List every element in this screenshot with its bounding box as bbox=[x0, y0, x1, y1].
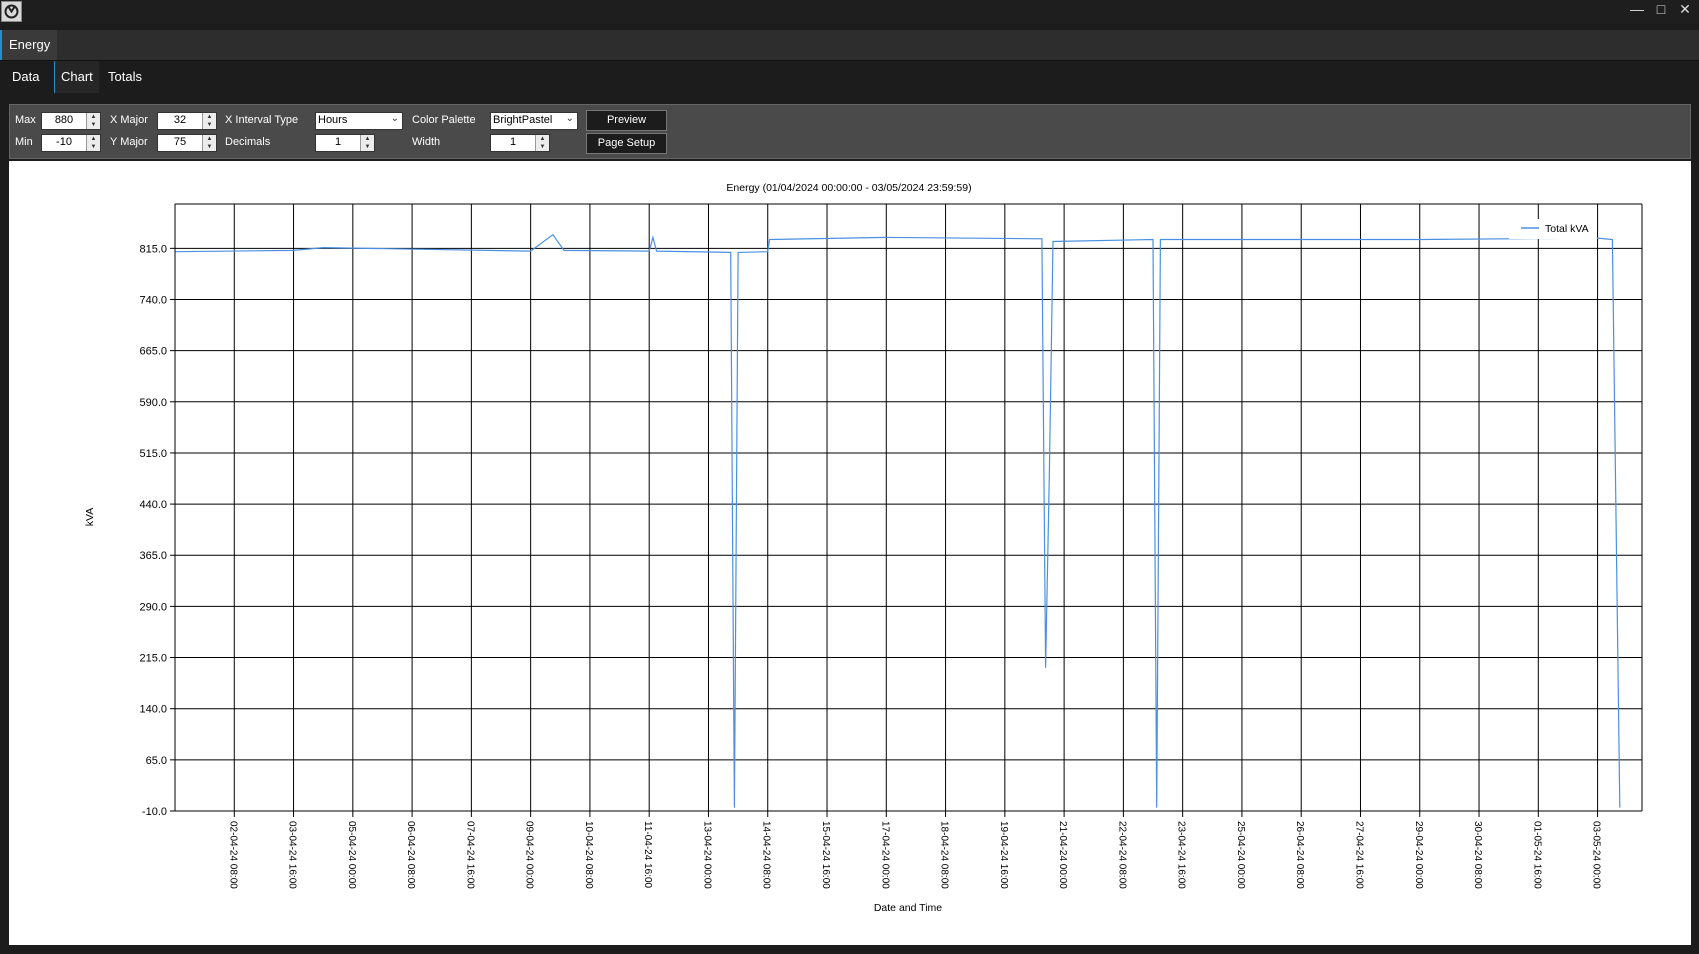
xmajor-stepper[interactable]: 32 ▲ ▼ bbox=[157, 112, 217, 130]
min-stepper[interactable]: -10 ▲ ▼ bbox=[41, 134, 101, 152]
min-label: Min bbox=[15, 136, 33, 148]
x-tick-label: 26-04-24 08:00 bbox=[1294, 821, 1305, 889]
y-tick-label: 140.0 bbox=[139, 704, 167, 716]
document-tabbar: Energy bbox=[0, 30, 1699, 61]
x-tick-label: 25-04-24 00:00 bbox=[1235, 821, 1246, 889]
spin-arrows-icon[interactable]: ▲ ▼ bbox=[202, 113, 216, 129]
legend-label: Total kVA bbox=[1545, 223, 1589, 235]
y-tick-label: -10.0 bbox=[142, 806, 167, 818]
max-label: Max bbox=[15, 114, 36, 126]
window-titlebar: — □ ✕ bbox=[0, 0, 1699, 24]
y-tick-label: 440.0 bbox=[139, 499, 167, 511]
ymajor-stepper[interactable]: 75 ▲ ▼ bbox=[157, 134, 217, 152]
chevron-down-icon: ⌄ bbox=[390, 113, 399, 124]
x-tick-label: 06-04-24 08:00 bbox=[405, 821, 416, 889]
x-axis-label: Date and Time bbox=[874, 902, 942, 914]
width-stepper[interactable]: 1 ▲ ▼ bbox=[490, 134, 550, 152]
x-tick-label: 07-04-24 16:00 bbox=[464, 821, 475, 889]
preview-button[interactable]: Preview bbox=[586, 110, 667, 131]
xinterval-value: Hours bbox=[318, 114, 348, 126]
x-tick-label: 27-04-24 16:00 bbox=[1353, 821, 1364, 889]
minimize-icon[interactable]: — bbox=[1624, 0, 1650, 20]
decimals-value: 1 bbox=[334, 136, 342, 148]
x-tick-label: 21-04-24 00:00 bbox=[1057, 821, 1068, 889]
chart-title: Energy (01/04/2024 00:00:00 - 03/05/2024… bbox=[726, 182, 971, 194]
palette-select[interactable]: BrightPastel ⌄ bbox=[490, 112, 578, 130]
y-tick-label: 65.0 bbox=[146, 755, 167, 767]
close-icon[interactable]: ✕ bbox=[1672, 0, 1698, 20]
x-tick-label: 13-04-24 00:00 bbox=[701, 821, 712, 889]
width-value: 1 bbox=[509, 136, 517, 148]
max-stepper[interactable]: 880 ▲ ▼ bbox=[41, 112, 101, 130]
x-tick-label: 11-04-24 16:00 bbox=[642, 821, 653, 889]
tab-data[interactable]: Data bbox=[6, 61, 45, 93]
decimals-stepper[interactable]: 1 ▲ ▼ bbox=[315, 134, 375, 152]
width-label: Width bbox=[412, 136, 441, 148]
spin-arrows-icon[interactable]: ▲ ▼ bbox=[86, 135, 100, 151]
xmajor-label: X Major bbox=[110, 114, 148, 126]
x-tick-label: 03-05-24 00:00 bbox=[1591, 821, 1602, 889]
spin-arrows-icon[interactable]: ▲ ▼ bbox=[535, 135, 549, 151]
x-tick-label: 22-04-24 08:00 bbox=[1116, 821, 1127, 889]
x-tick-label: 01-05-24 16:00 bbox=[1531, 821, 1542, 889]
x-tick-label: 02-04-24 08:00 bbox=[227, 821, 238, 889]
spin-arrows-icon[interactable]: ▲ ▼ bbox=[202, 135, 216, 151]
x-tick-label: 17-04-24 00:00 bbox=[879, 821, 890, 889]
xinterval-label: X Interval Type bbox=[225, 114, 299, 126]
y-tick-label: 665.0 bbox=[139, 346, 167, 358]
series-line-total-kva bbox=[174, 233, 1621, 808]
x-tick-label: 23-04-24 16:00 bbox=[1176, 821, 1187, 889]
chart-toolbar: Max 880 ▲ ▼ Min -10 ▲ ▼ X Major 32 ▲ ▼ Y Ma… bbox=[9, 104, 1691, 159]
min-value: -10 bbox=[56, 136, 72, 148]
x-tick-label: 09-04-24 00:00 bbox=[524, 821, 535, 889]
y-axis-label: kVA bbox=[84, 508, 96, 526]
x-tick-label: 15-04-24 16:00 bbox=[820, 821, 831, 889]
window-bottom-border bbox=[0, 945, 1699, 954]
x-tick-label: 03-04-24 16:00 bbox=[287, 821, 298, 889]
decimals-label: Decimals bbox=[225, 136, 271, 148]
x-tick-label: 05-04-24 00:00 bbox=[346, 821, 357, 889]
palette-value: BrightPastel bbox=[493, 114, 553, 126]
ymajor-value: 75 bbox=[173, 136, 187, 148]
x-tick-label: 30-04-24 08:00 bbox=[1472, 821, 1483, 889]
tab-chart[interactable]: Chart bbox=[54, 61, 99, 93]
y-tick-label: 290.0 bbox=[139, 601, 167, 613]
x-tick-label: 18-04-24 08:00 bbox=[939, 821, 950, 889]
page-setup-button[interactable]: Page Setup bbox=[586, 133, 667, 154]
max-value: 880 bbox=[54, 114, 74, 126]
y-tick-label: 740.0 bbox=[139, 294, 167, 306]
x-tick-label: 10-04-24 08:00 bbox=[583, 821, 594, 889]
tab-totals[interactable]: Totals bbox=[102, 61, 148, 93]
tab-energy[interactable]: Energy bbox=[0, 30, 58, 60]
spin-arrows-icon[interactable]: ▲ ▼ bbox=[86, 113, 100, 129]
y-tick-label: 215.0 bbox=[139, 653, 167, 665]
chevron-down-icon: ⌄ bbox=[565, 113, 574, 124]
energy-chart: 815.0 740.0 665.0 590.0 515.0 440.0 365.0 290.0… bbox=[84, 182, 1643, 914]
xmajor-value: 32 bbox=[173, 114, 187, 126]
y-tick-label: 590.0 bbox=[139, 397, 167, 409]
ymajor-label: Y Major bbox=[110, 136, 148, 148]
chart-panel: 815.0 740.0 665.0 590.0 515.0 440.0 365.0 290.0… bbox=[9, 161, 1691, 945]
palette-label: Color Palette bbox=[412, 114, 476, 126]
xinterval-select[interactable]: Hours ⌄ bbox=[315, 112, 403, 130]
maximize-icon[interactable]: □ bbox=[1648, 0, 1674, 20]
x-tick-label: 14-04-24 08:00 bbox=[761, 821, 772, 889]
x-tick-label: 29-04-24 00:00 bbox=[1413, 821, 1424, 889]
y-tick-label: 365.0 bbox=[139, 550, 167, 562]
app-icon[interactable] bbox=[1, 1, 22, 22]
x-tick-label: 19-04-24 16:00 bbox=[998, 821, 1009, 889]
y-tick-label: 515.0 bbox=[139, 448, 167, 460]
y-tick-label: 815.0 bbox=[139, 243, 167, 255]
chart-legend: Total kVA bbox=[1509, 219, 1597, 239]
view-tabbar: Data Chart Totals bbox=[0, 61, 1699, 93]
spin-arrows-icon[interactable]: ▲ ▼ bbox=[360, 135, 374, 151]
